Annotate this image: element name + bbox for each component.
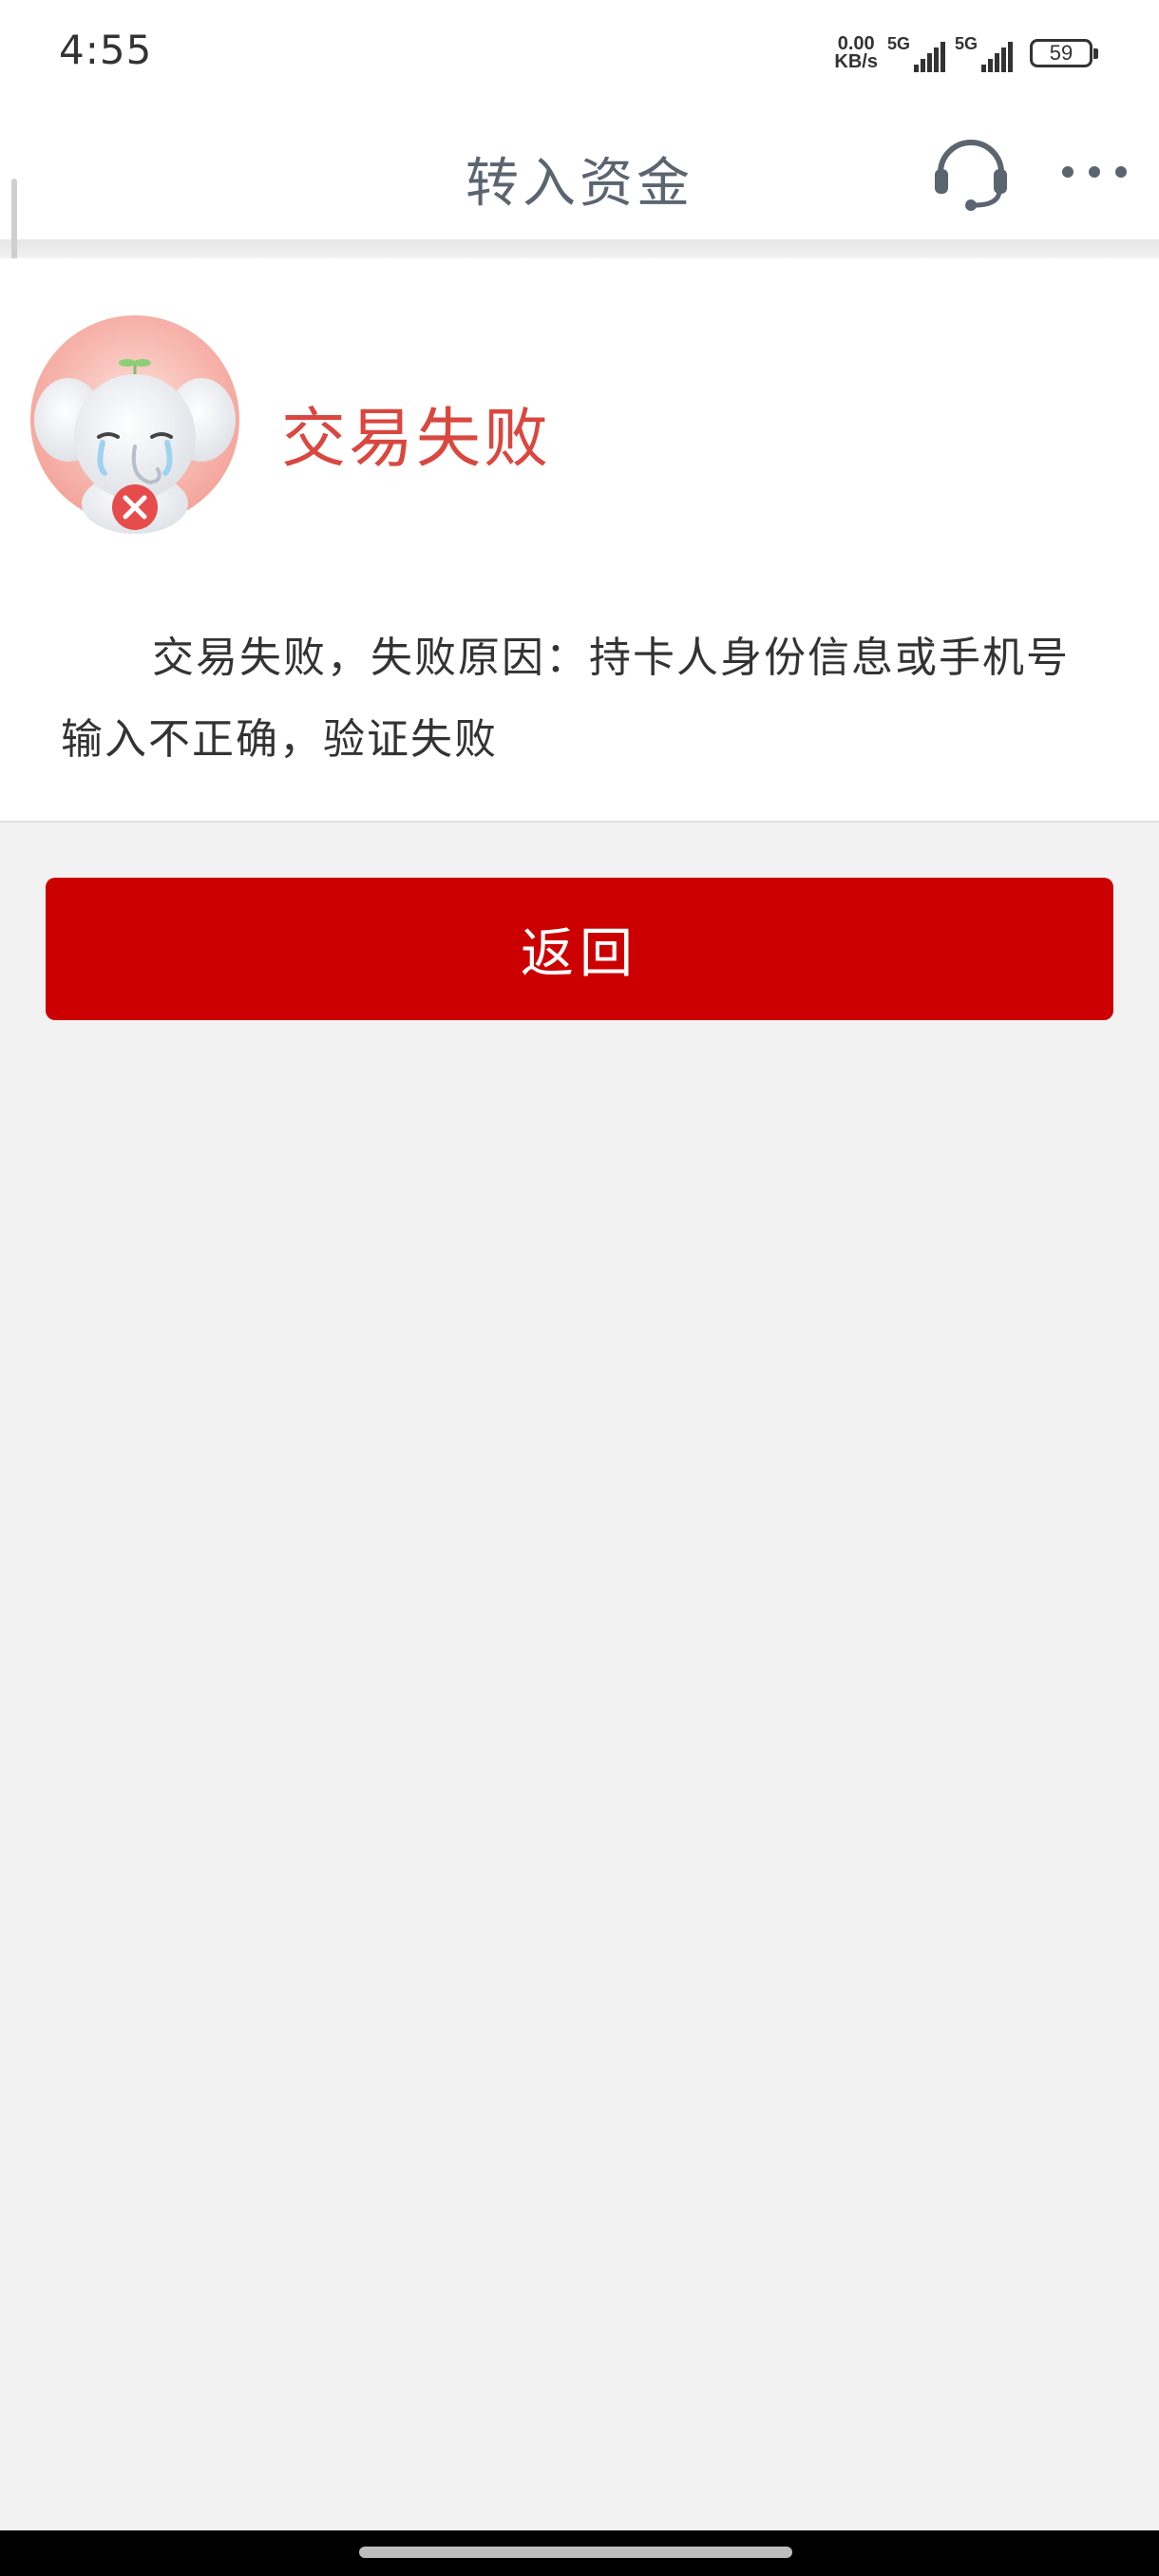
status-bar: 4:55 0.00 KB/s 5G 5G 59 (0, 0, 1159, 106)
signal-sim2-icon: 5G (955, 34, 1013, 72)
network-speed-unit: KB/s (834, 51, 878, 72)
sim1-network-label: 5G (886, 34, 910, 53)
network-speed: 0.00 KB/s (834, 34, 878, 72)
more-dots-icon[interactable] (1060, 160, 1129, 184)
home-indicator[interactable] (359, 2547, 792, 2558)
battery-icon: 59 (1030, 39, 1098, 67)
back-button[interactable]: 返回 (46, 878, 1113, 1020)
battery-level: 59 (1049, 41, 1074, 65)
status-icons: 0.00 KB/s 5G 5G 59 (834, 32, 1098, 74)
result-title: 交易失败 (281, 402, 552, 477)
signal-sim1-icon: 5G (887, 34, 945, 72)
gesture-nav-bar (0, 2530, 1159, 2576)
status-time: 4:55 (59, 27, 153, 73)
headset-icon[interactable] (931, 131, 1011, 211)
result-message: 交易失败，失败原因：持卡人身份信息或手机号输入不正确，验证失败 (61, 634, 1070, 764)
sad-elephant-failure-icon (30, 315, 239, 534)
nav-divider (0, 239, 1159, 258)
result-card: 交易失败 交易失败，失败原因：持卡人身份信息或手机号输入不正确，验证失败 (0, 258, 1159, 823)
nav-bar: 转入资金 (0, 106, 1159, 239)
sim2-network-label: 5G (954, 34, 978, 53)
